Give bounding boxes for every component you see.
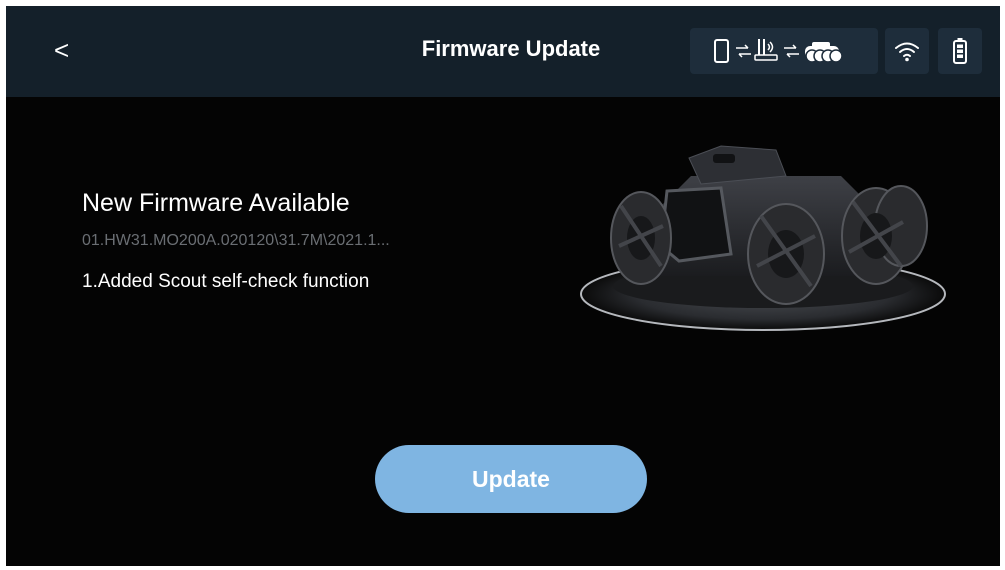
wifi-status [885,28,929,74]
top-bar: < Firmware Update [6,6,1000,97]
firmware-heading: New Firmware Available [82,189,350,217]
wifi-icon [895,42,919,62]
firmware-version: 01.HW31.MO200A.020120\31.7M\2021.1... [82,232,390,249]
release-notes: 1.Added Scout self-check function [82,271,370,292]
firmware-update-screen: < Firmware Update New Firmware Available… [6,6,1000,566]
link-arrow-icon [784,44,799,58]
battery-status [938,28,982,74]
back-button[interactable]: < [54,32,84,68]
update-button[interactable]: Update [375,445,647,513]
robot-image [580,145,946,331]
phone-icon [714,39,729,63]
robot-icon [805,42,843,63]
page-title: Firmware Update [421,36,601,61]
connection-status [690,28,878,74]
router-icon [754,39,778,61]
battery-icon [953,38,967,64]
link-arrow-icon [736,44,751,58]
